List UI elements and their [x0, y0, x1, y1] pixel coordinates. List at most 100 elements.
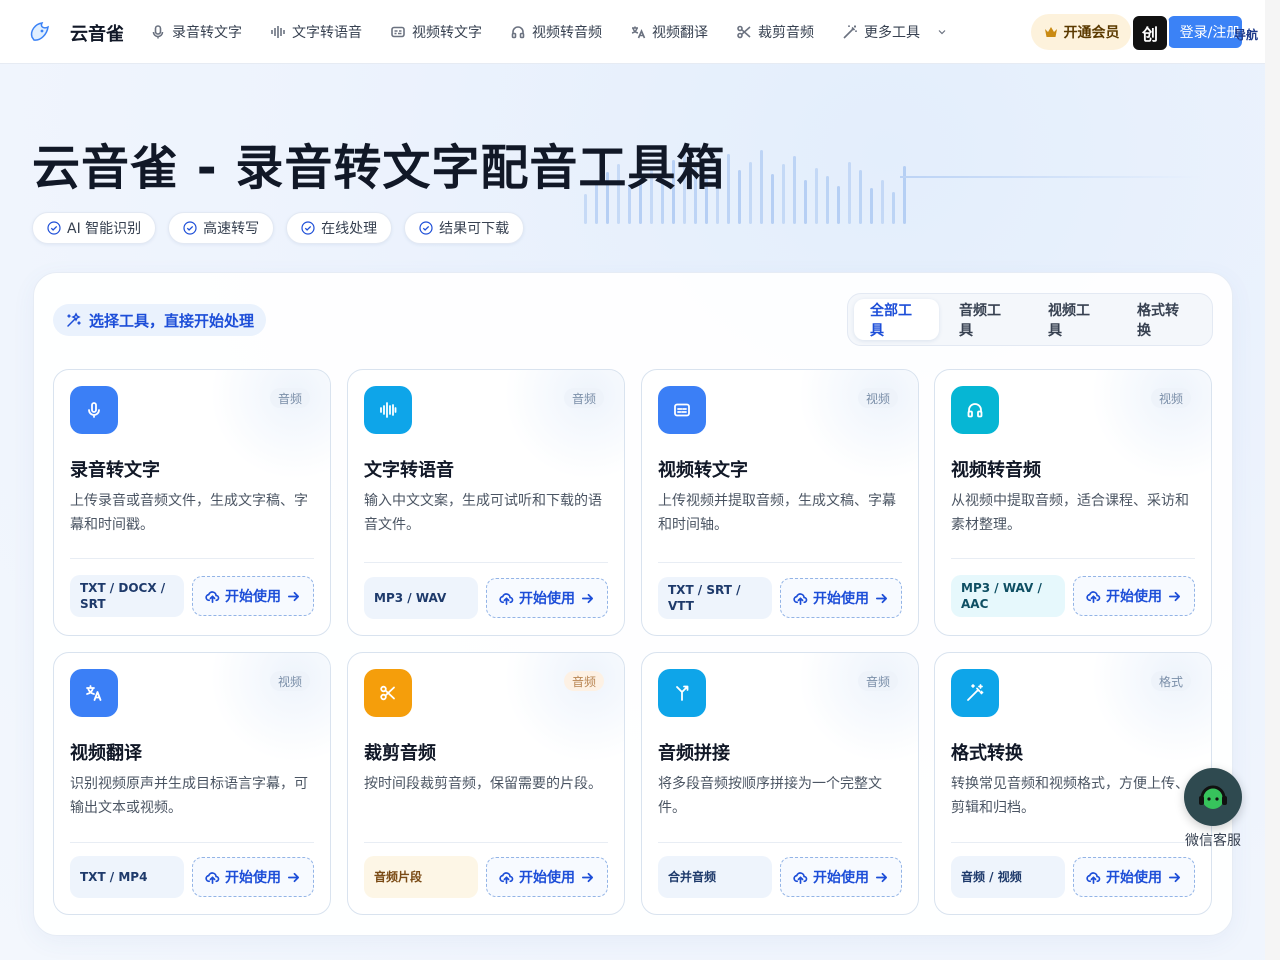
start-using-button[interactable]: 开始使用: [192, 576, 314, 616]
upload-cloud-icon: [205, 590, 220, 603]
magic-wand-icon: [843, 25, 857, 39]
tab-video-tools[interactable]: 视频工具: [1032, 299, 1117, 340]
page-scrollbar[interactable]: [1265, 0, 1280, 960]
video-audio-icon: [967, 403, 983, 418]
nav-item-label: 视频转文字: [412, 25, 482, 41]
brand-logo-icon[interactable]: [28, 19, 52, 45]
tool-card-icon: [658, 386, 706, 434]
sparkle-icon: [67, 312, 81, 327]
tool-formats: 音频片段: [364, 856, 478, 898]
start-using-button[interactable]: 开始使用: [1073, 576, 1195, 616]
nav-item-video-to-text[interactable]: 视频转文字: [390, 22, 482, 42]
feature-chips: AI 智能识别 高速转写 在线处理 结果可下载: [32, 212, 525, 244]
tool-card[interactable]: 视频 视频转文字 上传视频并提取音频，生成文稿、字幕和时间轴。 TXT / SRT /…: [641, 369, 919, 636]
tool-category-badge: 格式: [1150, 671, 1191, 691]
start-using-label: 开始使用: [519, 591, 575, 607]
panel-heading: 选择工具，直接开始处理: [53, 304, 267, 336]
scissors-icon: [380, 685, 395, 701]
start-using-button[interactable]: 开始使用: [486, 578, 608, 618]
tool-formats: 音频 / 视频: [951, 856, 1065, 898]
arrow-right-icon: [287, 872, 300, 882]
tool-formats: TXT / DOCX / SRT: [70, 575, 184, 617]
tool-card-divider: [70, 842, 314, 843]
upload-cloud-icon: [499, 592, 514, 605]
wechat-service-button[interactable]: [1184, 768, 1242, 826]
tool-card-divider: [951, 558, 1195, 559]
panel-heading-label: 选择工具，直接开始处理: [89, 311, 255, 330]
merge-icon: [676, 685, 689, 701]
scissors-icon: [737, 25, 751, 39]
start-using-label: 开始使用: [813, 591, 869, 607]
tool-card[interactable]: 音频 裁剪音频 按时间段裁剪音频，保留需要的片段。 音频片段 开始使用: [347, 652, 625, 915]
arrow-right-icon: [875, 593, 888, 603]
check-circle-icon: [47, 221, 61, 235]
tab-audio-tools[interactable]: 音频工具: [943, 299, 1028, 340]
tool-card-icon: [364, 386, 412, 434]
login-register-button[interactable]: 登录/注册: [1168, 16, 1242, 48]
start-using-button[interactable]: 开始使用: [1073, 857, 1195, 897]
check-circle-icon: [183, 221, 197, 235]
tool-formats: TXT / SRT / VTT: [658, 577, 772, 619]
tool-card-title: 视频转音频: [951, 460, 1041, 481]
tab-all-tools[interactable]: 全部工具: [854, 299, 939, 340]
start-using-label: 开始使用: [519, 870, 575, 886]
tool-card-icon: [951, 669, 999, 717]
wave-bar: [881, 180, 884, 224]
video-audio-icon: [511, 26, 525, 39]
wave-bar: [738, 170, 741, 224]
tool-card[interactable]: 音频 录音转文字 上传录音或音频文件，生成文字稿、字幕和时间戳。 TXT / DOCX…: [53, 369, 331, 636]
subtitle-icon: [391, 26, 405, 38]
tool-card-icon: [70, 386, 118, 434]
vip-label: 开通会员: [1063, 25, 1120, 41]
tool-card[interactable]: 音频 文字转语音 输入中文文案，生成可试听和下载的语音文件。 MP3 / WAV 开始使…: [347, 369, 625, 636]
feature-chip: 结果可下载: [404, 212, 525, 244]
tab-format-convert[interactable]: 格式转换: [1121, 299, 1206, 340]
tool-card[interactable]: 音频 音频拼接 将多段音频按顺序拼接为一个完整文件。 合并音频 开始使用: [641, 652, 919, 915]
nav-item-text-to-speech[interactable]: 文字转语音: [270, 22, 362, 42]
nav-item-label: 更多工具: [864, 25, 920, 41]
feature-chip: 高速转写: [168, 212, 275, 244]
start-using-button[interactable]: 开始使用: [192, 857, 314, 897]
tool-card[interactable]: 格式 格式转换 转换常见音频和视频格式，方便上传、剪辑和归档。 音频 / 视频 开始使用: [934, 652, 1212, 915]
tool-card-description: 按时间段裁剪音频，保留需要的片段。: [364, 776, 602, 792]
crown-icon: [1044, 27, 1057, 37]
chevron-down-icon: [938, 30, 946, 35]
nav-item-more-tools[interactable]: 更多工具: [842, 22, 948, 42]
nav-item-video-translate[interactable]: 视频翻译: [630, 22, 708, 42]
tool-formats: MP3 / WAV / AAC: [951, 575, 1065, 617]
floating-app-badge[interactable]: 创: [1131, 14, 1169, 52]
mic-icon: [88, 402, 100, 418]
tool-card-title: 文字转语音: [364, 460, 454, 481]
brand-name[interactable]: 云音雀: [70, 20, 124, 46]
subtitle-icon: [674, 403, 690, 417]
start-using-button[interactable]: 开始使用: [780, 857, 902, 897]
feature-chip-label: AI 智能识别: [67, 221, 142, 237]
tool-category-tabs: 全部工具 音频工具 视频工具 格式转换: [847, 293, 1213, 346]
start-using-button[interactable]: 开始使用: [780, 578, 902, 618]
upload-cloud-icon: [1086, 871, 1101, 884]
tool-card-icon: [658, 669, 706, 717]
hero-wave-line: [900, 176, 1200, 178]
tool-card-divider: [658, 842, 902, 843]
wave-bar: [903, 166, 906, 224]
arrow-right-icon: [1168, 591, 1181, 601]
start-using-button[interactable]: 开始使用: [486, 857, 608, 897]
tool-card[interactable]: 视频 视频转音频 从视频中提取音频，适合课程、采访和素材整理。 MP3 / WAV /…: [934, 369, 1212, 636]
tool-card-icon: [364, 669, 412, 717]
tool-card-divider: [364, 562, 608, 563]
nav-item-record-to-text[interactable]: 录音转文字: [150, 22, 242, 42]
nav-corner-link[interactable]: 导航: [1234, 26, 1258, 43]
nav-item-trim-audio[interactable]: 裁剪音频: [736, 22, 814, 42]
tool-category-badge: 音频: [857, 671, 898, 691]
wechat-service-label: 微信客服: [1185, 833, 1241, 849]
start-using-label: 开始使用: [225, 589, 281, 605]
wave-bar: [815, 168, 818, 224]
check-circle-icon: [419, 221, 433, 235]
nav-item-video-to-audio[interactable]: 视频转音频: [510, 22, 602, 42]
wave-bar: [859, 170, 862, 224]
arrow-right-icon: [287, 591, 300, 601]
vip-button[interactable]: 开通会员: [1031, 14, 1131, 50]
tool-card-description: 转换常见音频和视频格式，方便上传、剪辑和归档。: [951, 776, 1189, 816]
feature-chip-label: 高速转写: [203, 221, 260, 237]
tool-card[interactable]: 视频 视频翻译 识别视频原声并生成目标语言字幕，可输出文本或视频。 TXT / MP4…: [53, 652, 331, 915]
